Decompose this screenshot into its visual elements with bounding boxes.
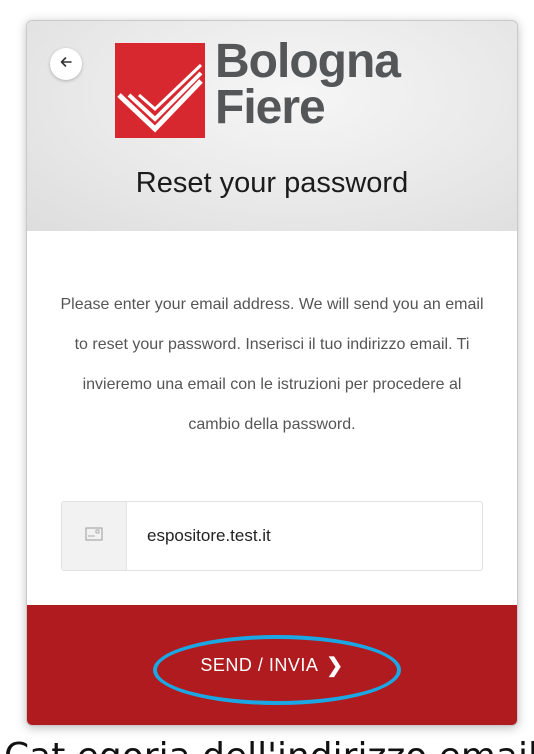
page-title: Reset your password: [135, 167, 409, 199]
email-icon-box: [62, 502, 127, 570]
bologna-fiere-logo: Bologna Fiere: [115, 38, 401, 143]
arrow-left-icon: [59, 55, 73, 74]
card-body: Please enter your email address. We will…: [27, 231, 517, 605]
logo-wordmark: Bologna Fiere: [215, 35, 401, 134]
logo-mark-icon: [115, 43, 205, 138]
card-header: Bologna Fiere Reset your password: [27, 21, 517, 231]
logo-line-1: Bologna: [215, 35, 401, 88]
logo-line-2: Fiere: [215, 81, 326, 134]
card-footer: SEND / INVIA ❯: [27, 605, 517, 725]
email-field-row: [61, 501, 483, 571]
email-input[interactable]: [127, 502, 482, 570]
envelope-icon: [85, 527, 103, 546]
send-button[interactable]: SEND / INVIA ❯: [27, 605, 517, 725]
page: Bologna Fiere Reset your password Please…: [0, 0, 534, 754]
chevron-right-icon: ❯: [326, 654, 344, 677]
send-button-label: SEND / INVIA: [200, 654, 319, 675]
back-button[interactable]: [50, 48, 82, 80]
reset-password-card: Bologna Fiere Reset your password Please…: [26, 20, 518, 726]
overlay-caption: Cat egoria dell'indirizzo email: [4, 736, 534, 754]
instructions-text: Please enter your email address. We will…: [60, 296, 484, 433]
